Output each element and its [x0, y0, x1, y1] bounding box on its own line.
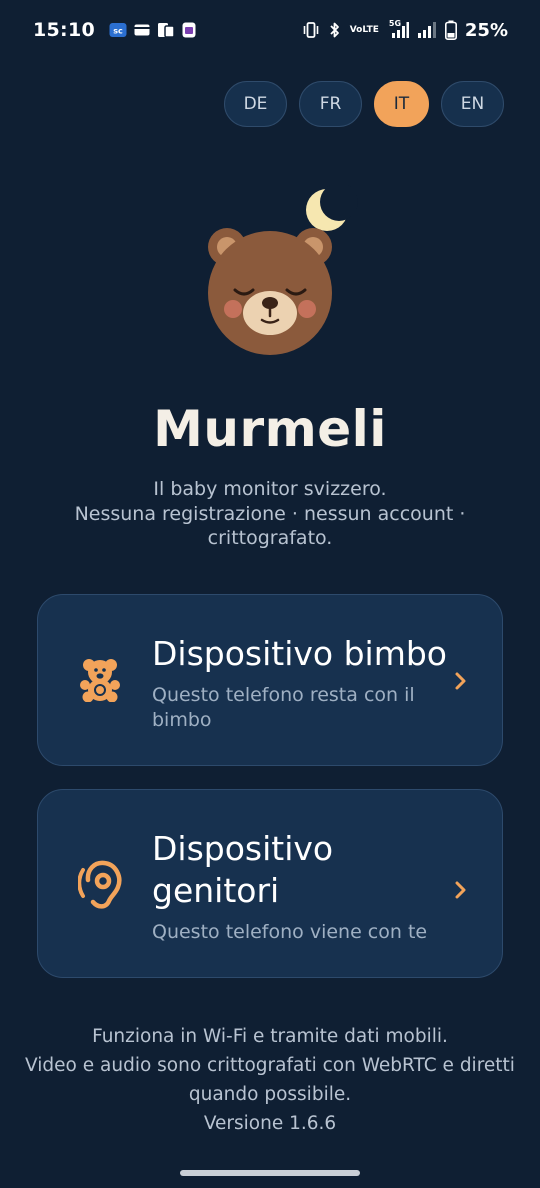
- lang-button-fr[interactable]: FR: [299, 81, 362, 127]
- sc-app-icon: sc: [109, 22, 127, 38]
- parent-device-subtitle: Questo telefono viene con te: [152, 921, 428, 943]
- lang-button-de[interactable]: DE: [224, 81, 287, 127]
- volte-icon: Vo LTE: [349, 24, 379, 35]
- bluetooth-icon: [328, 21, 342, 39]
- footer-line-1: Funziona in Wi-Fi e tramite dati mobili.: [92, 1026, 448, 1047]
- parent-device-button[interactable]: Dispositivo genitori Questo telefono vie…: [37, 789, 503, 978]
- sim-icon: [157, 22, 175, 38]
- footer-line-3: quando possibile.: [188, 1084, 352, 1105]
- moon-icon: [306, 185, 358, 231]
- app-icon: [182, 22, 196, 38]
- language-selector: DE FR IT EN: [224, 81, 504, 127]
- footer-info: Funziona in Wi-Fi e tramite dati mobili.…: [20, 1022, 520, 1138]
- home-indicator[interactable]: [180, 1170, 360, 1176]
- app-version: Versione 1.6.6: [203, 1113, 337, 1134]
- tagline-line-1: Il baby monitor svizzero.: [153, 478, 387, 500]
- app-tagline: Il baby monitor svizzero. Nessuna regist…: [40, 477, 500, 551]
- vibrate-icon: [302, 21, 320, 39]
- sleeping-bear-icon: [208, 185, 358, 355]
- battery-percentage: 25%: [464, 19, 508, 41]
- status-notification-icons: sc: [109, 22, 196, 38]
- welcome-screen: 15:10 sc Vo LTE 5G 25% DE FR IT EN Murme…: [0, 0, 540, 1188]
- chevron-right-icon: [455, 881, 466, 899]
- volte-bottom-label: LTE: [362, 24, 379, 35]
- lang-button-it[interactable]: IT: [374, 81, 429, 127]
- child-device-title: Dispositivo bimbo: [152, 634, 447, 673]
- lang-button-en[interactable]: EN: [441, 81, 504, 127]
- signal-5g-icon: 5G: [387, 19, 409, 39]
- parent-device-title: Dispositivo genitori: [152, 829, 334, 910]
- status-time: 15:10: [33, 19, 95, 41]
- tagline-line-3: crittografato.: [207, 527, 333, 549]
- child-device-subtitle: Questo telefono resta con il bimbo: [152, 684, 415, 731]
- tagline-line-2: Nessuna registrazione · nessun account ·: [74, 502, 466, 525]
- network-type-label: 5G: [388, 19, 402, 28]
- svg-text:sc: sc: [113, 27, 123, 36]
- footer-line-2: Video e audio sono crittografati con Web…: [25, 1055, 515, 1076]
- chevron-right-icon: [455, 672, 466, 690]
- ear-icon: [78, 860, 122, 909]
- signal-icon: [417, 21, 437, 39]
- volte-top-label: Vo: [349, 24, 363, 35]
- child-device-button[interactable]: Dispositivo bimbo Questo telefono resta …: [37, 594, 503, 766]
- teddy-bear-icon: [80, 659, 120, 702]
- status-bar: 15:10 sc Vo LTE 5G 25%: [0, 0, 540, 60]
- app-title: Murmeli: [153, 400, 387, 458]
- card-icon: [134, 23, 150, 37]
- status-system-icons: Vo LTE 5G 25%: [302, 19, 508, 41]
- battery-icon: [444, 20, 457, 40]
